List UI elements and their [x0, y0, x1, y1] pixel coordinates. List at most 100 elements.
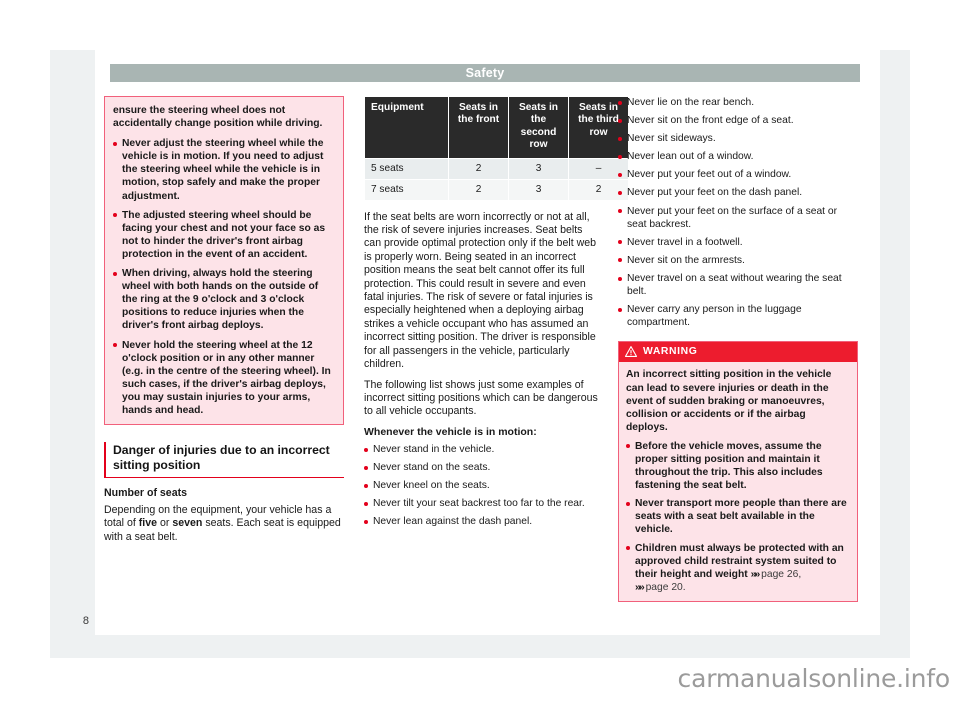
bullet-dot-icon [364, 465, 368, 470]
danger-box-bullet: Never adjust the steering wheel while th… [113, 137, 335, 202]
warning-bullet-text: Never transport more people than there a… [635, 498, 847, 536]
warning-bullet-text: Children must always be protected with a… [635, 542, 844, 580]
site-watermark: carmanualsonline.info [677, 664, 951, 693]
incorrect-position-bullet: Never put your feet out of a window. [618, 168, 858, 181]
left-column: ensure the steering wheel does not accid… [104, 96, 344, 544]
warning-bullet-text: Before the vehicle moves, assume the pro… [635, 440, 823, 492]
right-column: Never lie on the rear bench. Never sit o… [618, 96, 858, 602]
bullet-dot-icon [618, 240, 622, 245]
table-header-seats-front: Seats in the front [449, 97, 508, 158]
cross-reference-page-20[interactable]: page 20. [646, 582, 686, 593]
incorrect-position-bullet: Never carry any person in the luggage co… [618, 303, 858, 329]
cell-front: 2 [449, 158, 508, 179]
cell-equipment: 7 seats [365, 179, 448, 200]
bullet-text: Never put your feet out of a window. [627, 169, 792, 181]
danger-box-bullet-text: The adjusted steering wheel should be fa… [122, 209, 326, 260]
table-header-row: Equipment Seats in the front Seats in th… [365, 97, 628, 158]
bullet-dot-icon [626, 546, 630, 551]
running-header-safety: Safety [110, 64, 860, 82]
bullet-text: Never sit sideways. [627, 133, 716, 145]
danger-box-bullet-text: Never hold the steering wheel at the 12 … [122, 339, 331, 416]
table-header-seats-second-row: Seats in the second row [509, 97, 568, 158]
bullet-text: Never lean against the dash panel. [373, 516, 533, 528]
incorrect-position-bullet: Never tilt your seat backrest too far to… [364, 497, 602, 510]
danger-box-bullet: The adjusted steering wheel should be fa… [113, 209, 335, 261]
steering-wheel-warning-box: ensure the steering wheel does not accid… [104, 96, 344, 426]
bullet-text: Never travel in a footwell. [627, 236, 743, 248]
danger-box-bullet-text: When driving, always hold the steering w… [122, 268, 319, 332]
cell-equipment: 5 seats [365, 158, 448, 179]
incorrect-position-bullet: Never travel in a footwell. [618, 236, 858, 249]
warning-callout: WARNING An incorrect sitting position in… [618, 341, 858, 602]
section-heading: Danger of injuries due to an incorrect s… [104, 442, 344, 478]
bullet-dot-icon [618, 307, 622, 312]
warning-triangle-icon [625, 346, 637, 358]
cell-front: 2 [449, 179, 508, 200]
danger-box-bullet: When driving, always hold the steering w… [113, 267, 335, 332]
incorrect-position-bullet: Never travel on a seat without wearing t… [618, 272, 858, 298]
bullet-text: Never carry any person in the luggage co… [627, 304, 802, 329]
bullet-dot-icon [618, 154, 622, 159]
warning-intro: An incorrect sitting position in the veh… [626, 369, 832, 433]
bullet-dot-icon [618, 209, 622, 214]
seatbelt-paragraph: If the seat belts are worn incorrectly o… [364, 210, 597, 371]
bullet-text: Never kneel on the seats. [373, 480, 490, 492]
bullet-text: Never stand on the seats. [373, 462, 491, 474]
number-of-seats-paragraph: Depending on the equipment, your vehicle… [104, 504, 344, 544]
table-row: 7 seats 2 3 2 [365, 179, 628, 200]
warning-bullet: Never transport more people than there a… [626, 497, 850, 536]
bullet-dot-icon [364, 501, 368, 506]
bullet-text: Never stand in the vehicle. [373, 443, 495, 455]
bullet-text: Never sit on the armrests. [627, 254, 745, 266]
bullet-dot-icon [113, 343, 117, 348]
incorrect-position-bullet: Never sit on the armrests. [618, 254, 858, 267]
bullet-text: Never put your feet on the surface of a … [627, 205, 838, 230]
warning-callout-body: An incorrect sitting position in the veh… [619, 362, 857, 601]
incorrect-position-bullet: Never sit sideways. [618, 132, 858, 145]
bullet-dot-icon [626, 501, 630, 506]
bullet-dot-icon [618, 172, 622, 177]
sub-heading-number-of-seats: Number of seats [104, 486, 188, 499]
incorrect-position-bullet: Never kneel on the seats. [364, 479, 602, 492]
seats-table: Equipment Seats in the front Seats in th… [364, 96, 629, 201]
incorrect-position-bullet: Never put your feet on the surface of a … [618, 205, 858, 231]
bullet-dot-icon [618, 118, 622, 123]
bullet-text: Never lie on the rear bench. [627, 97, 755, 108]
list-heading-in-motion: Whenever the vehicle is in motion: [364, 425, 537, 438]
bullet-text: Never sit on the front edge of a seat. [627, 115, 794, 127]
warning-callout-header: WARNING [619, 342, 857, 363]
danger-box-bullet-text: Never adjust the steering wheel while th… [122, 138, 324, 202]
bullet-dot-icon [364, 447, 368, 452]
cross-reference-chevron-icon: »» [635, 580, 645, 593]
page-number: 8 [82, 615, 89, 627]
danger-box-bullet: Never hold the steering wheel at the 12 … [113, 339, 335, 418]
bullet-dot-icon [364, 519, 368, 524]
cross-reference-page-26[interactable]: page 26, [761, 569, 801, 580]
incorrect-position-bullet: Never lean out of a window. [618, 150, 858, 163]
cell-second-row: 3 [509, 158, 568, 179]
cell-second-row: 3 [509, 179, 568, 200]
incorrect-position-bullet: Never put your feet on the dash panel. [618, 186, 858, 199]
bullet-dot-icon [618, 258, 622, 263]
middle-column: Equipment Seats in the front Seats in th… [364, 96, 628, 533]
bullet-text: Never put your feet on the dash panel. [627, 187, 803, 199]
incorrect-position-bullet: Never stand on the seats. [364, 461, 602, 474]
paragraph-bold-seven: seven [172, 517, 203, 530]
table-header-equipment: Equipment [365, 97, 448, 158]
incorrect-position-bullet: Never sit on the front edge of a seat. [618, 114, 858, 127]
warning-bullet-child-restraint: Children must always be protected with a… [626, 542, 850, 594]
incorrect-position-bullet: Never lie on the rear bench. [618, 96, 858, 109]
paragraph-mid: or [157, 517, 173, 530]
bullet-dot-icon [364, 483, 368, 488]
warning-bullet: Before the vehicle moves, assume the pro… [626, 440, 850, 492]
examples-intro-paragraph: The following list shows just some examp… [364, 378, 598, 418]
table-row: 5 seats 2 3 – [365, 158, 628, 179]
bullet-dot-icon [618, 136, 622, 141]
bullet-dot-icon [113, 141, 117, 146]
warning-label: WARNING [643, 346, 698, 358]
bullet-dot-icon [618, 100, 622, 105]
bullet-text: Never lean out of a window. [627, 151, 754, 163]
bullet-dot-icon [626, 444, 630, 449]
bullet-dot-icon [618, 276, 622, 281]
bullet-dot-icon [113, 213, 117, 218]
